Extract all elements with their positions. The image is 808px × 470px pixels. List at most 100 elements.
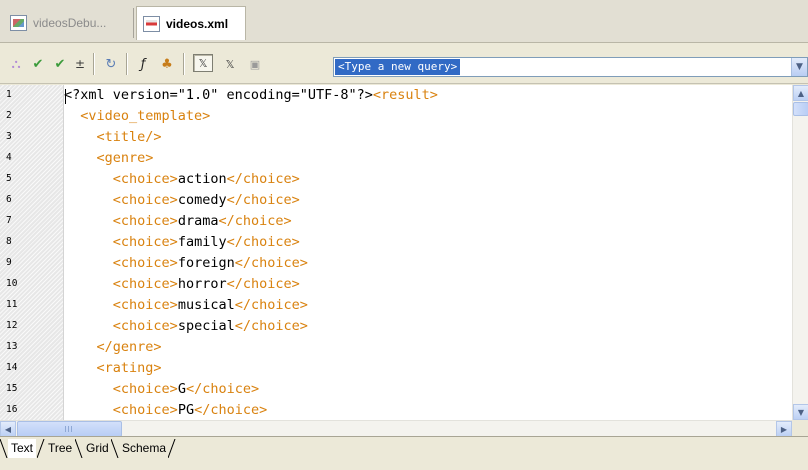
tab-edge bbox=[168, 439, 176, 458]
line-number: 12 bbox=[6, 320, 18, 331]
function-icon[interactable]: ƒ bbox=[133, 55, 153, 73]
xpath-toolbar: ⛬ ✔ ✔ ± ↻ ƒ ♣ 𝕏 𝕏 ▣ <Type a new query> ▼ bbox=[0, 44, 808, 84]
xml-text bbox=[64, 276, 113, 292]
xml-text: special bbox=[177, 318, 235, 334]
xml-text bbox=[64, 171, 113, 187]
xml-tag: <choice> bbox=[112, 192, 178, 208]
tab-grid[interactable]: Grid bbox=[83, 439, 112, 458]
vertical-scroll-thumb[interactable] bbox=[793, 102, 808, 116]
xml-text bbox=[64, 339, 97, 355]
file-tab-videos-xml[interactable]: videos.xml bbox=[136, 6, 246, 40]
query-combobox[interactable]: <Type a new query> ▼ bbox=[333, 57, 808, 77]
xml-text: comedy bbox=[177, 192, 227, 208]
xml-tag: <title/> bbox=[96, 129, 162, 145]
refresh-icon[interactable]: ↻ bbox=[101, 55, 121, 73]
validate-all-icon[interactable]: ✔ bbox=[50, 55, 70, 73]
namespace-icon[interactable]: ♣ bbox=[157, 55, 177, 73]
line-number: 4 bbox=[6, 152, 12, 163]
code-line: 8 <choice>family</choice> bbox=[0, 232, 792, 253]
view-tab-bar: Text Tree Grid Schema bbox=[0, 436, 808, 470]
code-line: 12 <choice>special</choice> bbox=[0, 316, 792, 337]
validate-icon[interactable]: ✔ bbox=[28, 55, 48, 73]
xpath-icon[interactable]: ⛬ bbox=[6, 55, 26, 73]
xml-tag: <choice> bbox=[112, 318, 178, 334]
code-text: </genre> bbox=[64, 338, 162, 357]
line-number: 9 bbox=[6, 257, 12, 268]
xml-tag: <choice> bbox=[112, 381, 178, 397]
file-tab-label: videos.xml bbox=[166, 16, 229, 31]
code-line: 13 </genre> bbox=[0, 337, 792, 358]
scroll-down-icon[interactable]: ▼ bbox=[793, 404, 808, 420]
scrollbar-corner bbox=[792, 420, 808, 436]
xml-text: action bbox=[177, 171, 227, 187]
tab-edge bbox=[37, 439, 45, 458]
tab-edge bbox=[0, 439, 8, 458]
code-text: <rating> bbox=[64, 359, 162, 378]
xml-tag: <choice> bbox=[112, 234, 178, 250]
xml-tag: </genre> bbox=[96, 339, 162, 355]
code-line: 1 <?xml version="1.0" encoding="UTF-8"?><… bbox=[0, 85, 792, 106]
code-text: <?xml version="1.0" encoding="UTF-8"?><r… bbox=[64, 86, 438, 105]
chevron-down-icon[interactable]: ▼ bbox=[791, 58, 807, 76]
code-text: <choice>foreign</choice> bbox=[64, 254, 308, 273]
toolbar-separator bbox=[126, 53, 127, 75]
line-number: 11 bbox=[6, 299, 18, 310]
xml-tag: <choice> bbox=[112, 255, 178, 271]
xml-text bbox=[64, 150, 97, 166]
code-line: 2 <video_template> bbox=[0, 106, 792, 127]
xml-text bbox=[64, 108, 80, 124]
xml-tag: </choice> bbox=[234, 255, 308, 271]
toolbar-separator bbox=[93, 53, 94, 75]
xml-text bbox=[64, 381, 113, 397]
xml-text: horror bbox=[177, 276, 227, 292]
code-text: <video_template> bbox=[64, 107, 210, 126]
xml-tag: <choice> bbox=[112, 213, 178, 229]
code-line: 16 <choice>PG</choice> bbox=[0, 400, 792, 420]
line-number: 15 bbox=[6, 383, 18, 394]
evaluate-icon[interactable]: ▣ bbox=[245, 55, 265, 73]
xml-text: <?xml version="1.0" encoding="UTF-8"?> bbox=[64, 87, 373, 103]
project-file-icon bbox=[10, 15, 27, 31]
code-line: 4 <genre> bbox=[0, 148, 792, 169]
xpath-2-icon[interactable]: 𝕏 bbox=[220, 55, 240, 73]
xml-text bbox=[64, 192, 113, 208]
query-input[interactable]: <Type a new query> bbox=[335, 59, 461, 75]
xml-tag: <choice> bbox=[112, 276, 178, 292]
xml-tag: <choice> bbox=[112, 402, 178, 418]
toolbar-separator bbox=[183, 53, 184, 75]
xml-text bbox=[64, 129, 97, 145]
scroll-right-icon[interactable]: ▶ bbox=[776, 421, 792, 437]
code-text: <title/> bbox=[64, 128, 162, 147]
file-tab-videos-debug[interactable]: videosDebu... bbox=[4, 8, 134, 38]
code-line: 10 <choice>horror</choice> bbox=[0, 274, 792, 295]
indent-icon[interactable]: ± bbox=[70, 55, 90, 73]
tab-text[interactable]: Text bbox=[8, 439, 37, 458]
code-line: 7 <choice>drama</choice> bbox=[0, 211, 792, 232]
xml-tag: </choice> bbox=[185, 381, 260, 397]
xml-tag: </choice> bbox=[226, 276, 300, 292]
xml-text bbox=[64, 255, 113, 271]
xml-text bbox=[64, 402, 113, 418]
xml-text: G bbox=[177, 381, 186, 397]
scroll-up-icon[interactable]: ▲ bbox=[793, 85, 808, 101]
horizontal-scroll-thumb[interactable] bbox=[17, 421, 122, 437]
tab-tree[interactable]: Tree bbox=[45, 439, 75, 458]
xml-text: family bbox=[177, 234, 227, 250]
xml-text: foreign bbox=[177, 255, 235, 271]
xml-text: drama bbox=[177, 213, 219, 229]
tab-schema[interactable]: Schema bbox=[119, 439, 169, 458]
xml-tag: </choice> bbox=[226, 234, 300, 250]
file-tab-bar: videosDebu... videos.xml bbox=[0, 0, 808, 43]
vertical-scrollbar[interactable]: ▲ ▼ bbox=[792, 85, 808, 420]
xpath-1-icon[interactable]: 𝕏 bbox=[193, 54, 213, 72]
scroll-left-icon[interactable]: ◀ bbox=[0, 421, 16, 437]
tab-edge bbox=[111, 439, 119, 458]
code-text: <choice>PG</choice> bbox=[64, 401, 267, 420]
xml-text bbox=[64, 234, 113, 250]
horizontal-scrollbar[interactable]: ◀ ▶ bbox=[0, 420, 792, 437]
code-line: 6 <choice>comedy</choice> bbox=[0, 190, 792, 211]
xml-text-editor[interactable]: 1 <?xml version="1.0" encoding="UTF-8"?><… bbox=[0, 85, 792, 420]
xml-tag: </choice> bbox=[234, 297, 308, 313]
xml-tag: </choice> bbox=[234, 318, 308, 334]
xml-text: PG bbox=[177, 402, 195, 418]
